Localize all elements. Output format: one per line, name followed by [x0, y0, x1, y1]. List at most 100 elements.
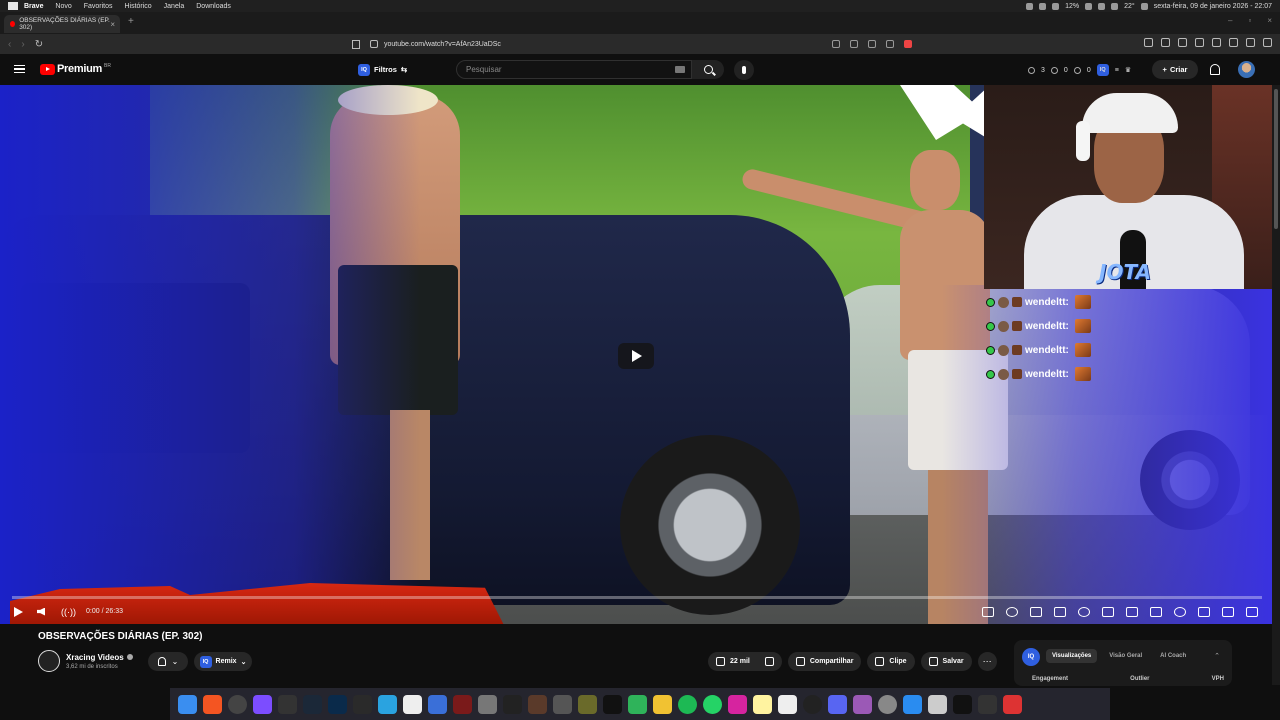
extension-icon[interactable] — [1161, 38, 1170, 47]
github-icon[interactable] — [278, 694, 297, 714]
folder-icon[interactable] — [653, 694, 672, 714]
control-center-icon[interactable] — [1140, 2, 1148, 10]
clock[interactable]: sexta-feira, 09 de janeiro 2026 - 22:07 — [1154, 3, 1272, 10]
preview-icon[interactable] — [928, 694, 947, 714]
like-button[interactable]: 22 mil — [708, 652, 782, 671]
address-bar[interactable]: youtube.com/watch?v=AfAn23UaDSc — [352, 37, 912, 51]
fullscreen-icon[interactable] — [1246, 606, 1258, 617]
remix-button[interactable]: IQ Remix ⌄ — [194, 652, 252, 671]
screenshot-icon[interactable] — [982, 606, 994, 617]
game6-icon[interactable] — [578, 694, 597, 714]
steam-icon[interactable] — [303, 694, 322, 714]
page-scrollbar[interactable] — [1272, 85, 1280, 685]
trophy-icon[interactable]: ♛ — [1125, 66, 1131, 74]
telegram-icon[interactable] — [378, 694, 397, 714]
iq-extension-icon[interactable]: IQ — [1096, 64, 1109, 76]
drive-icon[interactable] — [628, 694, 647, 714]
url-text[interactable]: youtube.com/watch?v=AfAn23UaDSc — [384, 41, 501, 48]
davinci-icon[interactable] — [353, 694, 372, 714]
tab-visualizacoes[interactable]: Visualizações — [1046, 649, 1098, 663]
video-player[interactable]: JOTA wendeltt: wendeltt: wendeltt: wende… — [0, 85, 1272, 624]
status-icon[interactable] — [1026, 2, 1034, 10]
channel-name[interactable]: Xracing Videos — [66, 653, 124, 662]
channel-name-row[interactable]: Xracing Videos — [66, 653, 133, 662]
menu-downloads[interactable]: Downloads — [196, 3, 231, 10]
site-info-icon[interactable] — [370, 40, 378, 48]
vpn-icon[interactable] — [1246, 38, 1255, 47]
miniplayer-icon[interactable] — [1198, 606, 1210, 617]
menu-favoritos[interactable]: Favoritos — [84, 3, 113, 10]
spotify-icon[interactable] — [678, 694, 697, 714]
zoom-icon[interactable] — [850, 40, 858, 48]
notion-icon[interactable] — [403, 694, 422, 714]
settings-gear-icon[interactable] — [1174, 606, 1186, 617]
clip-button[interactable]: Clipe — [867, 652, 915, 671]
wifi-icon[interactable] — [1098, 2, 1106, 10]
game5-icon[interactable] — [553, 694, 572, 714]
maximize-icon[interactable]: ▫ — [1248, 16, 1251, 25]
close-window-icon[interactable]: × — [1267, 16, 1272, 25]
collapse-chevron-icon[interactable]: ⌃ — [1214, 652, 1220, 660]
sidebar-icon[interactable] — [1212, 38, 1221, 47]
save-button[interactable]: Salvar — [920, 652, 972, 671]
theater-mode-icon[interactable] — [1222, 606, 1234, 617]
extension-icon[interactable] — [1195, 38, 1204, 47]
search-button[interactable] — [692, 60, 724, 79]
youtube-logo[interactable]: Premium BR — [40, 63, 111, 75]
autoplay-icon[interactable] — [1030, 606, 1042, 617]
menu-janela[interactable]: Janela — [164, 3, 185, 10]
volume-icon[interactable] — [37, 607, 45, 616]
menu-novo[interactable]: Novo — [55, 3, 71, 10]
battery-icon[interactable] — [1085, 2, 1093, 10]
browser-tab-active[interactable]: OBSERVAÇÕES DIÁRIAS (EP. 302) × — [4, 15, 120, 33]
channel-avatar[interactable] — [38, 650, 60, 672]
xbox-icon[interactable] — [853, 694, 872, 714]
terminal-icon[interactable] — [953, 694, 972, 714]
brave-rewards-icon[interactable] — [904, 40, 912, 48]
iq-icon[interactable] — [1102, 606, 1114, 617]
notes-icon[interactable] — [753, 694, 772, 714]
menu-brave[interactable]: Brave — [24, 3, 43, 10]
account-avatar[interactable] — [1238, 61, 1255, 78]
chatgpt-icon[interactable] — [803, 694, 822, 714]
cast-icon[interactable] — [832, 40, 840, 48]
game2-icon[interactable] — [478, 694, 497, 714]
game7-icon[interactable] — [603, 694, 622, 714]
monitor-icon[interactable] — [978, 694, 997, 714]
extension-settings-icon[interactable] — [1078, 606, 1090, 617]
obsidian-icon[interactable] — [253, 694, 272, 714]
share-button[interactable]: Compartilhar — [787, 652, 862, 671]
status-icon[interactable] — [1052, 2, 1060, 10]
app-store-icon[interactable] — [903, 694, 922, 714]
discord-icon[interactable] — [828, 694, 847, 714]
new-tab-icon[interactable]: + — [128, 16, 134, 27]
todo-icon[interactable] — [428, 694, 447, 714]
thumbs-down-icon[interactable] — [764, 657, 774, 666]
wallet-icon[interactable] — [1229, 38, 1238, 47]
game4-icon[interactable] — [528, 694, 547, 714]
help-icon[interactable] — [778, 694, 797, 714]
keyboard-icon[interactable] — [675, 66, 685, 73]
chrome-icon[interactable] — [228, 694, 247, 714]
scrollbar-thumb[interactable] — [1274, 89, 1278, 229]
subtitles-icon[interactable] — [1150, 606, 1162, 617]
play-icon[interactable] — [14, 606, 23, 617]
tab-ai-coach[interactable]: AI Coach — [1154, 649, 1192, 663]
filters-button[interactable]: IQ Filtros ⇆ — [358, 62, 407, 77]
game1-icon[interactable] — [453, 694, 472, 714]
keyboard-shortcuts-icon[interactable] — [1054, 606, 1066, 617]
trash-icon[interactable] — [1003, 694, 1022, 714]
status-icon[interactable] — [1039, 2, 1047, 10]
extension-icon[interactable] — [1144, 38, 1153, 47]
menu-icon[interactable] — [1263, 38, 1272, 47]
bookmark-icon[interactable] — [352, 39, 360, 49]
game3-icon[interactable] — [503, 694, 522, 714]
close-tab-icon[interactable]: × — [110, 20, 115, 29]
speed-icon[interactable] — [1006, 606, 1018, 617]
volume-icon[interactable] — [1111, 2, 1119, 10]
create-button[interactable]: + Criar — [1152, 60, 1198, 79]
weather-temp[interactable]: 22° — [1124, 3, 1135, 10]
tab-visao-geral[interactable]: Visão Geral — [1103, 649, 1148, 663]
search-input[interactable]: Pesquisar — [456, 60, 692, 79]
apple-menu-icon[interactable] — [8, 2, 18, 10]
